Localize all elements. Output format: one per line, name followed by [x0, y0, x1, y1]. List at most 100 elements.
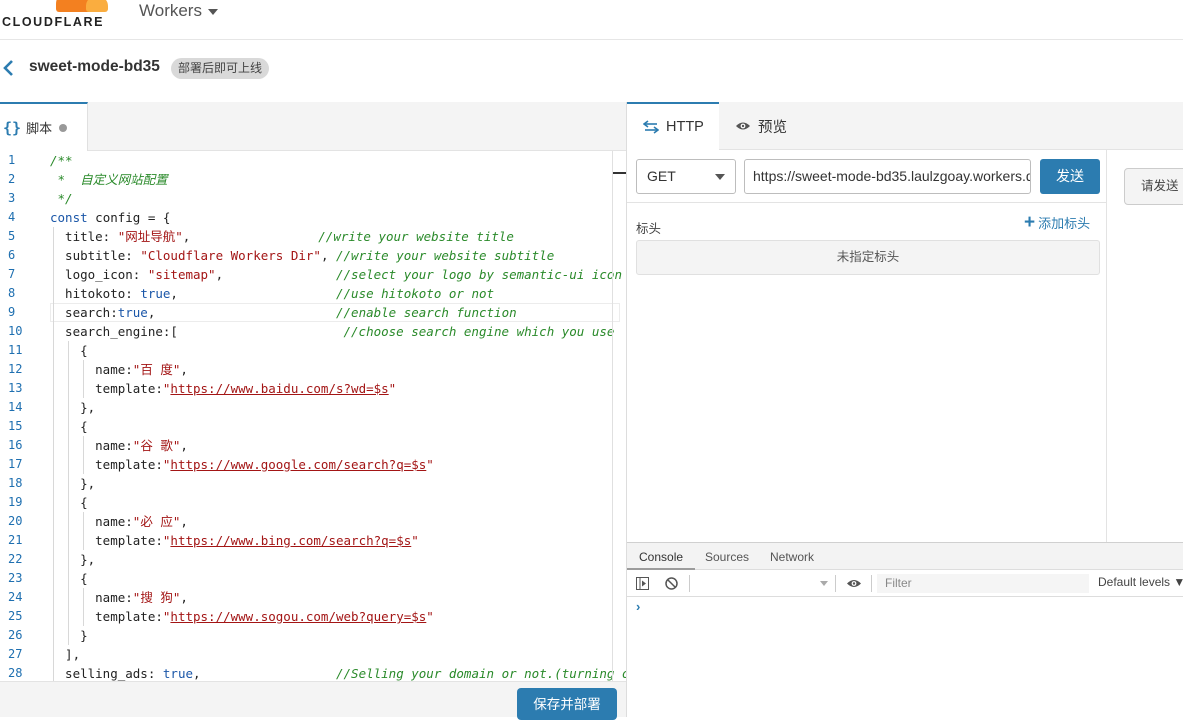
- right-tab-bar: HTTP 预览: [627, 102, 1183, 150]
- toolbar-divider: [689, 575, 690, 592]
- unsaved-dot-icon: [59, 123, 68, 132]
- line-number: 12: [8, 362, 23, 376]
- code-line: const config = {: [50, 210, 171, 225]
- sidebar-toggle-icon[interactable]: [636, 577, 649, 590]
- caret-down-icon: [715, 174, 725, 180]
- code-line: selling_ads: true, //Selling your domain…: [50, 664, 626, 681]
- line-number: 7: [8, 267, 16, 281]
- code-line: * 自定义网站配置: [50, 172, 168, 187]
- code-line: subtitle: "Cloudflare Workers Dir", //wr…: [50, 246, 555, 265]
- line-number: 3: [8, 191, 16, 205]
- code-line: name:"必 应",: [50, 512, 188, 531]
- line-number: 20: [8, 514, 23, 528]
- line-number: 9: [8, 305, 16, 319]
- clear-console-icon[interactable]: [665, 577, 678, 590]
- method-select[interactable]: GET: [636, 159, 736, 194]
- code-line: name:"谷 歌",: [50, 436, 188, 455]
- code-line: name:"搜 狗",: [50, 588, 188, 607]
- line-number: 5: [8, 229, 16, 243]
- line-number: 2: [8, 172, 16, 186]
- divider: [627, 202, 1107, 203]
- url-input[interactable]: https://sweet-mode-bd35.laulzgoay.worker…: [744, 159, 1031, 194]
- line-number: 14: [8, 400, 23, 414]
- code-line: },: [50, 550, 96, 569]
- line-number: 10: [8, 324, 23, 338]
- log-levels-select[interactable]: Default levels ▼: [1098, 575, 1183, 589]
- add-header-button[interactable]: + 添加标头: [1024, 213, 1090, 232]
- line-number: 6: [8, 248, 16, 262]
- line-number: 19: [8, 495, 23, 509]
- tab-console[interactable]: Console: [627, 543, 696, 570]
- code-line: template:"https://www.bing.com/search?q=…: [50, 531, 419, 550]
- devtools-tab-bar: Console Sources Network: [627, 543, 1183, 570]
- status-badge: 部署后即可上线: [171, 58, 270, 79]
- chevron-left-icon[interactable]: [2, 58, 16, 78]
- save-and-deploy-button[interactable]: 保存并部署: [517, 688, 617, 720]
- tab-sources[interactable]: Sources: [705, 543, 749, 570]
- console-prompt[interactable]: ›: [636, 599, 640, 614]
- tab-network[interactable]: Network: [770, 543, 814, 570]
- code-line: {: [50, 493, 88, 512]
- code-line: title: "网址导航", //write your website titl…: [50, 227, 514, 246]
- code-editor[interactable]: 1 2 3 4 5 6 7 8 9 10 11 12 13 14 15 16 17 18 19 20 21 22 23 24 2…: [0, 151, 626, 681]
- tab-preview-label: 预览: [758, 119, 787, 136]
- line-number-gutter: 1 2 3 4 5 6 7 8 9 10 11 12 13 14 15 16 17 18 19 20 21 22 23 24 2…: [0, 151, 36, 681]
- tab-preview[interactable]: 预览: [735, 102, 787, 150]
- line-number: 24: [8, 590, 23, 604]
- line-number: 15: [8, 419, 23, 433]
- code-line: logo_icon: "sitemap", //select your logo…: [50, 265, 622, 284]
- cloud-logo-accent: [86, 0, 108, 12]
- caret-down-icon: [207, 9, 218, 15]
- code-line: hitokoto: true, //use hitokoto or not: [50, 284, 495, 303]
- code-line: {: [50, 417, 88, 436]
- code-line: ],: [50, 645, 81, 664]
- worker-title-bar: sweet-mode-bd35 部署后即可上线: [0, 40, 1183, 102]
- toolbar-divider: [835, 575, 836, 592]
- product-label: Workers: [139, 1, 202, 20]
- line-number: 18: [8, 476, 23, 490]
- editor-scrollbar[interactable]: [612, 151, 613, 681]
- code-line: template:"https://www.google.com/search?…: [50, 455, 434, 474]
- line-number: 22: [8, 552, 23, 566]
- cloudflare-logo[interactable]: CLOUDFLARE: [0, 0, 112, 30]
- line-number: 17: [8, 457, 23, 471]
- code-line: name:"百 度",: [50, 360, 188, 379]
- product-switcher[interactable]: Workers: [139, 1, 218, 21]
- editor-tab-bar: {} 脚本: [0, 102, 626, 151]
- code-line: {: [50, 569, 88, 588]
- line-number: 26: [8, 628, 23, 642]
- code-line-current: search:true, //enable search function: [50, 303, 620, 322]
- toolbar-divider: [871, 575, 872, 592]
- code-line: /**: [50, 153, 73, 168]
- request-send-button[interactable]: 请发送: [1124, 168, 1183, 205]
- code-line: },: [50, 474, 96, 493]
- eye-icon: [736, 122, 750, 130]
- http-test-panel: HTTP 预览 GET https://sweet-mode-bd35.laul…: [626, 102, 1183, 717]
- line-number: 1: [8, 153, 16, 167]
- plus-icon: +: [1024, 211, 1036, 233]
- send-button[interactable]: 发送: [1040, 159, 1100, 194]
- tab-script[interactable]: {} 脚本: [0, 102, 88, 151]
- console-toolbar: Filter Default levels ▼: [627, 570, 1183, 597]
- code-line: {: [50, 341, 88, 360]
- add-header-label: 添加标头: [1038, 216, 1091, 231]
- line-number: 16: [8, 438, 23, 452]
- no-headers-placeholder: 未指定标头: [636, 240, 1100, 275]
- code-line: search_engine:[ //choose search engine w…: [50, 322, 615, 341]
- scrollbar-marker: [613, 172, 626, 174]
- code-line: }: [50, 626, 88, 645]
- code-lines[interactable]: /** * 自定义网站配置 */ const config = { title:…: [50, 151, 626, 681]
- devtools-panel: Console Sources Network Filter Default l…: [627, 542, 1183, 717]
- eye-icon[interactable]: [846, 577, 862, 590]
- headers-label: 标头: [636, 222, 662, 236]
- context-dropdown-icon[interactable]: [820, 581, 828, 586]
- request-pane: GET https://sweet-mode-bd35.laulzgoay.wo…: [627, 150, 1107, 542]
- line-number: 23: [8, 571, 23, 585]
- tab-http[interactable]: HTTP: [627, 102, 719, 150]
- swap-icon: [643, 120, 659, 134]
- braces-icon: {}: [3, 118, 22, 137]
- console-filter-input[interactable]: Filter: [877, 574, 1089, 593]
- line-number: 27: [8, 647, 23, 661]
- line-number: 8: [8, 286, 16, 300]
- code-line: template:"https://www.baidu.com/s?wd=$s": [50, 379, 397, 398]
